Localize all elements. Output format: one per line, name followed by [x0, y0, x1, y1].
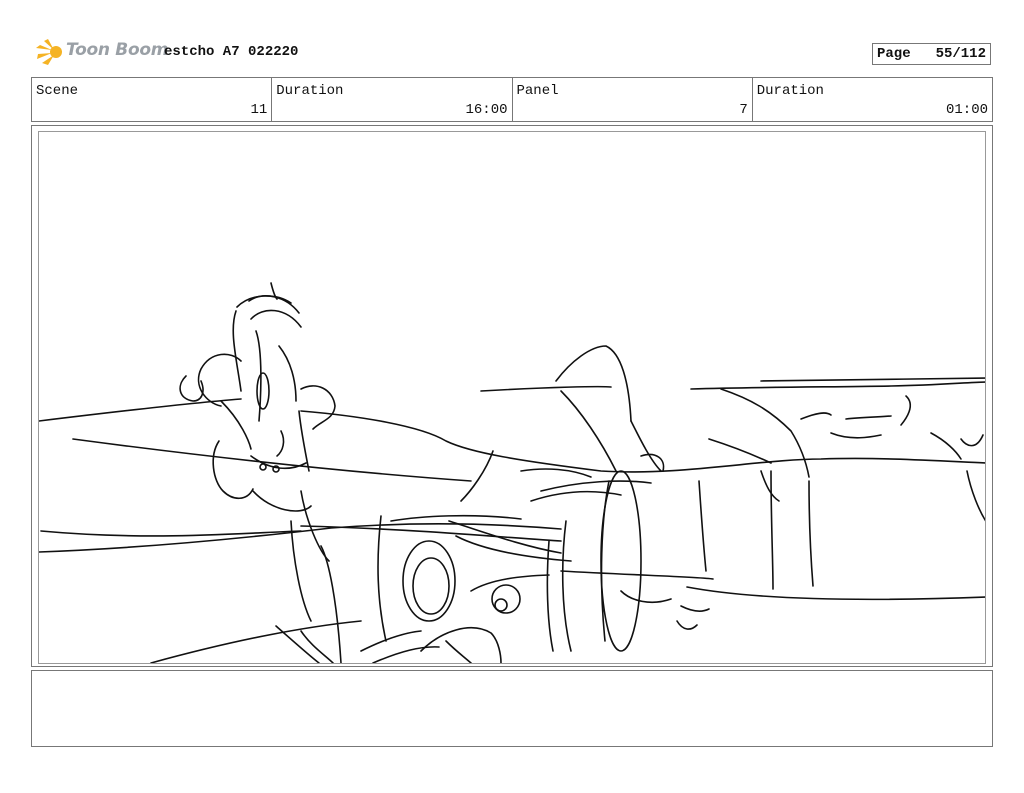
panel-value: 7 [739, 102, 748, 118]
page-value: 55/112 [935, 46, 986, 62]
scene-label: Scene [36, 83, 79, 99]
page-label: Page [877, 46, 911, 62]
logo-wordmark: Toon Boom [66, 40, 169, 60]
panel-cell: Panel 7 [513, 78, 753, 121]
storyboard-sketch [39, 282, 985, 663]
scene-value: 11 [250, 102, 268, 118]
panel-duration-cell: Duration 01:00 [753, 78, 992, 121]
scene-duration-label: Duration [276, 83, 344, 99]
panel-label: Panel [516, 83, 559, 99]
project-title: estcho A7 022220 [164, 44, 299, 60]
panel-info-row: Scene 11 Duration 16:00 Panel 7 Duration… [31, 77, 993, 122]
panel-notes-area [31, 670, 993, 747]
panel-duration-value: 01:00 [945, 102, 988, 118]
scene-duration-value: 16:00 [465, 102, 508, 118]
scene-duration-cell: Duration 16:00 [272, 78, 513, 121]
panel-image-frame [38, 131, 986, 664]
panel-duration-label: Duration [756, 83, 824, 99]
page-indicator: Page 55/112 [872, 43, 991, 65]
scene-cell: Scene 11 [32, 78, 273, 121]
